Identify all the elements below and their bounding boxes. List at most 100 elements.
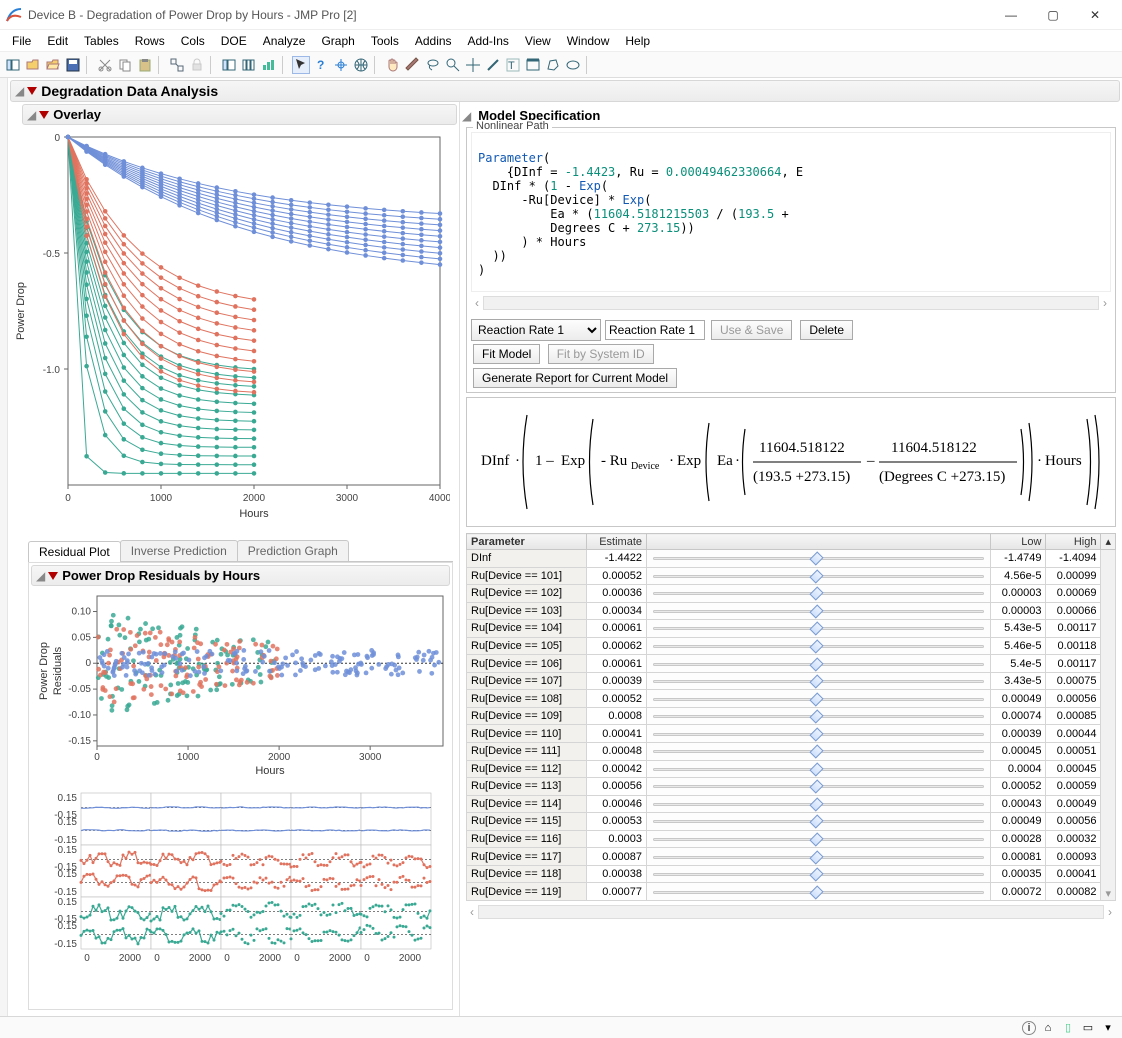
table-row[interactable]: Ru[Device == 109]0.00080.000740.00085 <box>467 707 1116 725</box>
brush-tool-icon[interactable] <box>404 56 422 74</box>
crosshair-plus-icon[interactable] <box>332 56 350 74</box>
paste-icon[interactable] <box>136 56 154 74</box>
menu-cols[interactable]: Cols <box>173 32 213 50</box>
slider[interactable] <box>651 587 986 599</box>
menu-addins[interactable]: Addins <box>407 32 460 50</box>
residuals-plot[interactable]: 0.100.050-0.05-0.10-0.150100020003000Hou… <box>29 586 452 787</box>
slider[interactable] <box>651 798 986 810</box>
home-icon[interactable] <box>4 56 22 74</box>
table-row[interactable]: Ru[Device == 107]0.000393.43e-50.00075 <box>467 672 1116 690</box>
slider[interactable] <box>651 675 986 687</box>
slider[interactable] <box>651 886 986 898</box>
home-status-icon[interactable]: ⌂ <box>1040 1020 1056 1036</box>
line-tool-icon[interactable] <box>484 56 502 74</box>
polygon-tool-icon[interactable] <box>544 56 562 74</box>
use-save-button[interactable]: Use & Save <box>711 320 792 340</box>
graph-builder-icon[interactable] <box>260 56 278 74</box>
cut-icon[interactable] <box>96 56 114 74</box>
slider[interactable] <box>651 851 986 863</box>
red-triangle-icon[interactable] <box>27 87 37 95</box>
dropdown-status-icon[interactable]: ▾ <box>1100 1020 1116 1036</box>
scroll-right-icon[interactable]: › <box>1104 905 1116 919</box>
table-row[interactable]: Ru[Device == 111]0.000480.000450.00051 <box>467 743 1116 761</box>
table-row[interactable]: Ru[Device == 117]0.000870.000810.00093 <box>467 848 1116 866</box>
vscroll[interactable]: ▾ <box>1101 550 1116 901</box>
red-triangle-icon[interactable] <box>48 572 58 580</box>
fit-model-button[interactable]: Fit Model <box>473 344 540 364</box>
slider[interactable] <box>651 710 986 722</box>
open-icon[interactable] <box>24 56 42 74</box>
minimize-button[interactable]: — <box>990 1 1032 29</box>
table-row[interactable]: Ru[Device == 105]0.000625.46e-50.00118 <box>467 637 1116 655</box>
table-row[interactable]: Ru[Device == 113]0.000560.000520.00059 <box>467 778 1116 796</box>
col-slider[interactable] <box>647 534 991 550</box>
crosshair-tool-icon[interactable] <box>464 56 482 74</box>
menu-tools[interactable]: Tools <box>363 32 407 50</box>
vscroll-up[interactable]: ▴ <box>1101 534 1116 550</box>
model-name-input[interactable] <box>605 320 705 340</box>
tab-residual-plot[interactable]: Residual Plot <box>28 541 121 562</box>
hand-tool-icon[interactable] <box>384 56 402 74</box>
slider[interactable] <box>651 693 986 705</box>
open2-icon[interactable] <box>44 56 62 74</box>
fit-system-id-button[interactable]: Fit by System ID <box>548 344 654 364</box>
text-tool-icon[interactable]: T <box>504 56 522 74</box>
generate-report-button[interactable]: Generate Report for Current Model <box>473 368 677 388</box>
col-high[interactable]: High <box>1046 534 1101 550</box>
table-row[interactable]: Ru[Device == 110]0.000410.000390.00044 <box>467 725 1116 743</box>
slider[interactable] <box>651 868 986 880</box>
col-parameter[interactable]: Parameter <box>467 534 587 550</box>
disclose-icon[interactable]: ◢ <box>27 108 36 122</box>
datatable-icon[interactable] <box>220 56 238 74</box>
model-select[interactable]: Reaction Rate 1 <box>471 319 601 341</box>
slider[interactable] <box>651 763 986 775</box>
analysis-header[interactable]: ◢ Degradation Data Analysis <box>10 80 1120 102</box>
red-triangle-icon[interactable] <box>39 111 49 119</box>
zoom-tool-icon[interactable] <box>444 56 462 74</box>
table-row[interactable]: Ru[Device == 108]0.000520.000490.00056 <box>467 690 1116 708</box>
slider[interactable] <box>651 570 986 582</box>
table-row[interactable]: Ru[Device == 112]0.000420.00040.00045 <box>467 760 1116 778</box>
table-row[interactable]: Ru[Device == 106]0.000615.4e-50.00117 <box>467 655 1116 673</box>
scroll-left-icon[interactable]: ‹ <box>471 296 483 310</box>
table-row[interactable]: DInf-1.4422-1.4749-1.4094▾ <box>467 550 1116 568</box>
slider[interactable] <box>651 658 986 670</box>
disclose-icon[interactable]: ◢ <box>462 109 471 123</box>
slider[interactable] <box>651 745 986 757</box>
copy-icon[interactable] <box>116 56 134 74</box>
menu-addins[interactable]: Add-Ins <box>460 32 517 50</box>
col-low[interactable]: Low <box>991 534 1046 550</box>
formula-code-editor[interactable]: Parameter( {DInf = -1.4423, Ru = 0.00049… <box>471 132 1111 292</box>
book-status-icon[interactable]: ▯ <box>1060 1020 1076 1036</box>
table-row[interactable]: Ru[Device == 119]0.000770.000720.00082 <box>467 883 1116 901</box>
close-button[interactable]: ✕ <box>1074 1 1116 29</box>
menu-rows[interactable]: Rows <box>127 32 173 50</box>
table-row[interactable]: Ru[Device == 103]0.000340.000030.00066 <box>467 602 1116 620</box>
table-row[interactable]: Ru[Device == 101]0.000524.56e-50.00099 <box>467 567 1116 585</box>
table-row[interactable]: Ru[Device == 115]0.000530.000490.00056 <box>467 813 1116 831</box>
scroll-right-icon[interactable]: › <box>1099 296 1111 310</box>
overlay-header[interactable]: ◢ Overlay <box>22 104 457 125</box>
disclose-icon[interactable]: ◢ <box>15 84 24 98</box>
globe-icon[interactable] <box>352 56 370 74</box>
arrow-tool-icon[interactable] <box>292 56 310 74</box>
residuals-header[interactable]: ◢ Power Drop Residuals by Hours <box>31 565 450 586</box>
window-status-icon[interactable]: ▭ <box>1080 1020 1096 1036</box>
delete-button[interactable]: Delete <box>800 320 853 340</box>
info-icon[interactable]: i <box>1022 1021 1036 1035</box>
table-row[interactable]: Ru[Device == 102]0.000360.000030.00069 <box>467 585 1116 603</box>
scroll-left-icon[interactable]: ‹ <box>466 905 478 919</box>
code-hscroll[interactable] <box>483 296 1099 310</box>
table-row[interactable]: Ru[Device == 118]0.000380.000350.00041 <box>467 865 1116 883</box>
menu-edit[interactable]: Edit <box>39 32 76 50</box>
slider[interactable] <box>651 815 986 827</box>
menu-view[interactable]: View <box>517 32 559 50</box>
lock-icon[interactable] <box>188 56 206 74</box>
menu-graph[interactable]: Graph <box>313 32 362 50</box>
col-estimate[interactable]: Estimate <box>587 534 647 550</box>
columns-icon[interactable] <box>240 56 258 74</box>
tab-inverse-prediction[interactable]: Inverse Prediction <box>120 540 238 561</box>
link-icon[interactable] <box>168 56 186 74</box>
ellipse-tool-icon[interactable] <box>564 56 582 74</box>
slider[interactable] <box>651 833 986 845</box>
